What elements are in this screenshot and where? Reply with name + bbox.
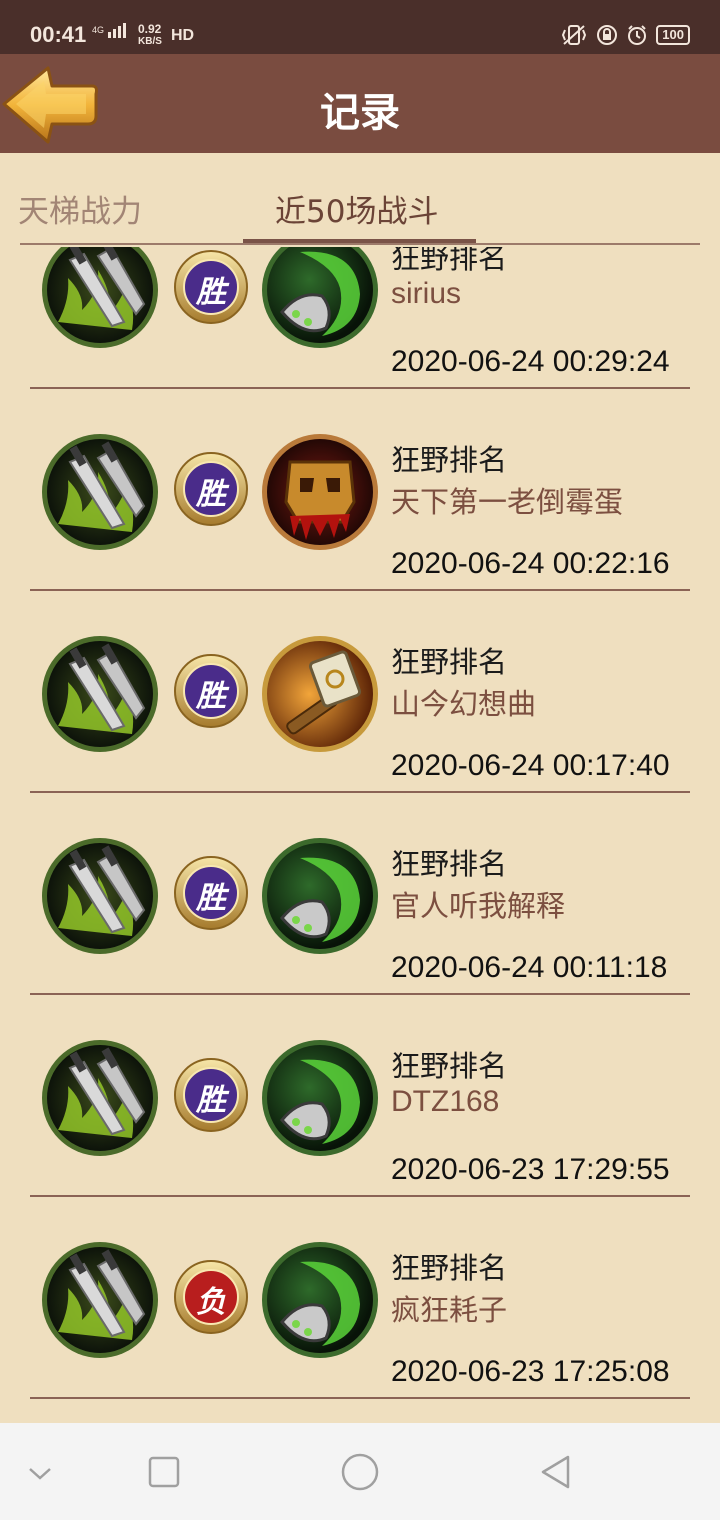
home-circle-icon[interactable] [340, 1452, 380, 1492]
opponent-name: 疯狂耗子 [391, 1293, 508, 1327]
battle-mode: 狂野排名 [391, 443, 508, 477]
alarm-icon [628, 25, 647, 45]
opponent-name: 天下第一老倒霉蛋 [391, 485, 624, 519]
network-type: 4G [92, 25, 105, 36]
tab-bar: 天梯战力 近50场战斗 [0, 153, 720, 245]
vibrate-icon [562, 25, 587, 45]
signal-icon [108, 23, 127, 38]
green-blade-icon [262, 247, 378, 348]
result-text: 负 [196, 1285, 226, 1320]
recents-square-icon[interactable] [148, 1456, 180, 1488]
app-header: 记录 [0, 54, 720, 153]
hero-weapon-icon [42, 247, 158, 348]
golden-hammer-icon [262, 636, 378, 752]
battle-mode: 狂野排名 [391, 1251, 508, 1285]
status-time: 00:41 [30, 22, 87, 47]
row-divider [30, 1397, 690, 1399]
green-blade-icon [262, 1242, 378, 1358]
hero-weapon-icon [42, 636, 158, 752]
bloody-skull-icon [262, 434, 378, 550]
tab-recent-battles[interactable]: 近50场战斗 [275, 186, 438, 231]
tab-divider [20, 243, 700, 245]
result-text: 胜 [196, 1083, 226, 1118]
result-text: 胜 [196, 477, 226, 512]
chevron-down-icon[interactable] [26, 1459, 54, 1487]
back-triangle-icon[interactable] [538, 1454, 574, 1490]
battle-row[interactable]: 胜 狂野排名 DTZ168 2020-06-23 17:29:55 [0, 995, 720, 1197]
green-blade-icon [262, 838, 378, 954]
speed-unit: KB/S [138, 36, 162, 47]
tab-ladder-power[interactable]: 天梯战力 [18, 186, 142, 231]
battle-row[interactable]: 胜 狂野排名 sirius 2020-06-24 00:29:24 [0, 247, 720, 389]
speed-value: 0.92 [138, 22, 162, 36]
opponent-name: DTZ168 [391, 1085, 500, 1118]
battle-row[interactable]: 胜 狂野排名 天下第一老倒霉蛋 2020-06-24 00:22:16 [0, 389, 720, 591]
hero-weapon-icon [42, 434, 158, 550]
battle-datetime: 2020-06-24 00:11:18 [391, 951, 668, 984]
battle-row[interactable]: 胜 狂野排名 山今幻想曲 2020-06-24 00:17:40 [0, 591, 720, 793]
green-blade-icon [262, 1040, 378, 1156]
result-text: 胜 [196, 275, 226, 310]
lock-rotation-icon [597, 25, 618, 45]
opponent-name: 官人听我解释 [391, 889, 566, 923]
network-indicator: 4G [92, 22, 127, 38]
battle-list[interactable]: 胜 狂野排名 sirius 2020-06-24 00:29:24 胜 狂野排名… [0, 247, 720, 1423]
hero-weapon-icon [42, 1242, 158, 1358]
result-text: 胜 [196, 679, 226, 714]
hero-weapon-icon [42, 838, 158, 954]
result-text: 胜 [196, 881, 226, 916]
page-title: 记录 [320, 90, 400, 136]
battle-row[interactable]: 负 狂野排名 疯狂耗子 2020-06-23 17:25:08 [0, 1197, 720, 1399]
status-bar: 00:41 4G 0.92 KB/S HD 100 [0, 0, 720, 54]
battle-datetime: 2020-06-24 00:17:40 [391, 749, 670, 782]
battle-datetime: 2020-06-24 00:29:24 [391, 345, 670, 378]
battle-datetime: 2020-06-24 00:22:16 [391, 547, 670, 580]
battle-mode: 狂野排名 [391, 1049, 508, 1083]
battle-datetime: 2020-06-23 17:29:55 [391, 1153, 670, 1186]
battle-mode: 狂野排名 [391, 247, 508, 275]
battle-mode: 狂野排名 [391, 645, 508, 679]
system-nav-bar [0, 1423, 720, 1520]
hero-weapon-icon [42, 1040, 158, 1156]
opponent-name: sirius [391, 277, 462, 310]
opponent-name: 山今幻想曲 [391, 687, 537, 721]
battle-row[interactable]: 胜 狂野排名 官人听我解释 2020-06-24 00:11:18 [0, 793, 720, 995]
battle-datetime: 2020-06-23 17:25:08 [391, 1355, 670, 1388]
battle-mode: 狂野排名 [391, 847, 508, 881]
network-speed: 0.92 KB/S [138, 22, 162, 47]
battery-icon: 100 [656, 25, 690, 45]
status-icons: 100 [560, 24, 690, 46]
hd-indicator: HD [171, 27, 195, 44]
